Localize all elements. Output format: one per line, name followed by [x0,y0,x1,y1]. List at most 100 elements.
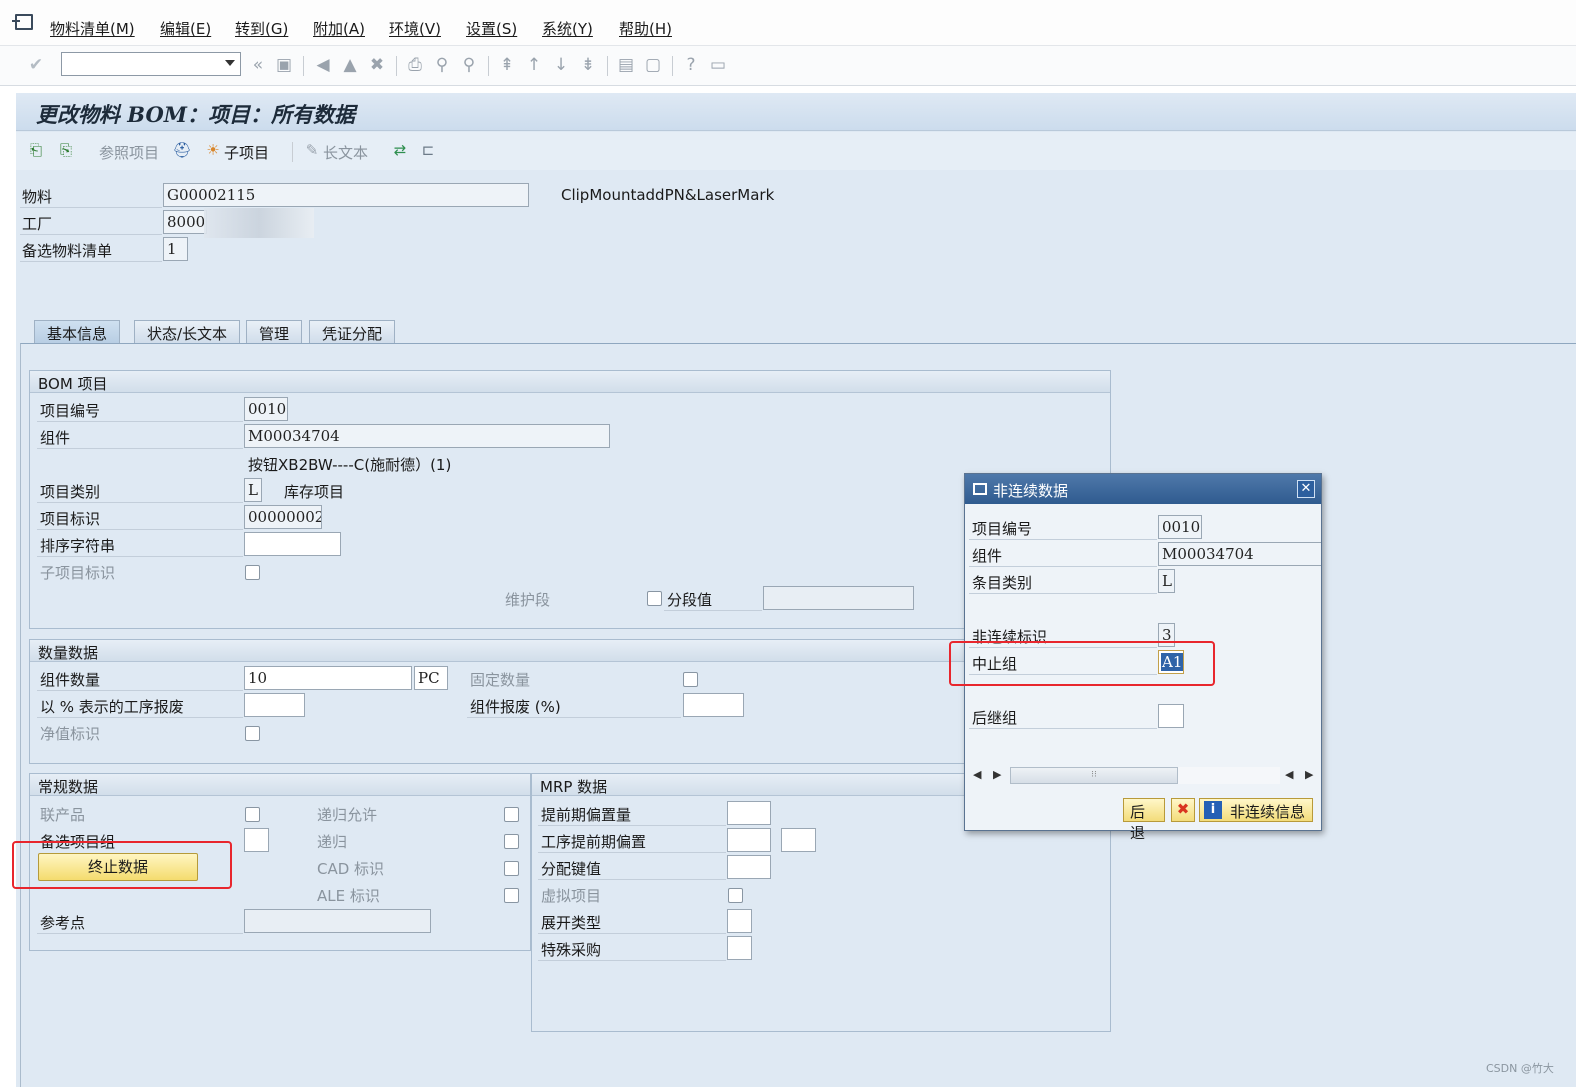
help-icon[interactable]: ? [681,55,701,75]
tab-document-assignment[interactable]: 凭证分配 [309,320,396,344]
op-scrap-input[interactable] [244,693,305,717]
op-lead-offset-input[interactable] [727,828,771,852]
long-text-icon[interactable]: ✎ [302,140,322,160]
sub-item-button[interactable]: 子项目 [224,142,269,163]
command-field[interactable] [61,52,241,76]
menu-goto[interactable]: 转到(G) [235,18,288,39]
back-double-icon[interactable]: « [248,55,268,75]
ale-checkbox[interactable] [504,888,519,903]
toolbar-separator [396,56,397,76]
window-menu-icon[interactable] [12,14,33,30]
back-icon[interactable]: ◀ [313,55,333,75]
net-id-checkbox[interactable] [245,726,260,741]
sort-string-input[interactable] [244,532,341,556]
menu-bom[interactable]: 物料清单(M) [50,18,135,39]
long-text-button[interactable]: 长文本 [323,142,368,163]
dialog-item-category-field[interactable]: L [1158,569,1175,593]
menu-edit[interactable]: 编辑(E) [160,18,211,39]
scroll-left-icon[interactable]: ◀ [1285,768,1293,781]
label-underline [20,234,162,235]
dialog-title-bar[interactable]: 非连续数据 ✕ [965,474,1321,504]
coproduct-checkbox[interactable] [245,807,260,822]
find-next-icon[interactable]: ⚲ [459,55,479,75]
explosion-type-input[interactable] [727,909,752,933]
previous-item-icon[interactable]: ⎗ [26,140,46,160]
dialog-item-no-field[interactable]: 0010 [1158,515,1202,539]
menu-help[interactable]: 帮助(H) [619,18,672,39]
discontinuation-info-button[interactable]: i 非连续信息 [1199,798,1313,822]
shortcut-icon[interactable]: ▢ [643,55,663,75]
horizontal-scrollbar[interactable]: ⁝⁝ [1010,767,1280,784]
tab-basic-info[interactable]: 基本信息 [34,320,121,344]
close-icon[interactable]: ✕ [1297,480,1315,498]
item-category-field[interactable]: L [244,478,262,502]
save-icon[interactable]: ▣ [274,55,294,75]
special-procurement-input[interactable] [727,936,752,960]
next-page-icon[interactable]: ↓ [551,55,571,75]
item-no-field[interactable]: 0010 [244,397,288,421]
hierarchy-icon[interactable]: ⊏ [418,140,438,160]
chevron-down-icon[interactable] [225,60,235,66]
menu-environment[interactable]: 环境(V) [389,18,441,39]
cad-checkbox[interactable] [504,861,519,876]
dist-key-input[interactable] [727,855,771,879]
quantity-data-group-title: 数量数据 [30,640,1110,662]
scroll-right-icon[interactable]: ▶ [993,768,1001,781]
ref-point-input[interactable] [244,909,431,933]
back-button[interactable]: 后退 [1123,798,1165,842]
tab-admin[interactable]: 管理 [246,320,303,344]
exit-icon[interactable]: ▲ [340,55,360,75]
lead-offset-input[interactable] [727,801,771,825]
customize-icon[interactable]: ▭ [708,55,728,75]
alt-item-group-input[interactable] [244,828,269,852]
first-page-icon[interactable]: ⇞ [497,55,517,75]
label-underline [37,529,243,530]
menu-settings[interactable]: 设置(S) [466,18,517,39]
dialog-component-field[interactable]: M00034704 [1158,542,1321,566]
label-underline [969,728,1157,729]
print-icon[interactable]: ⎙ [405,55,425,75]
component-scrap-input[interactable] [683,693,744,717]
component-qty-input[interactable]: 10 [244,666,412,690]
recursive-checkbox[interactable] [504,834,519,849]
menu-system[interactable]: 系统(Y) [542,18,593,39]
unit-input[interactable]: PC [414,666,448,690]
segment-checkbox[interactable] [647,591,662,606]
alt-bom-field[interactable]: 1 [163,237,188,261]
sub-item-icon[interactable]: ☀ [203,140,223,160]
dialog-item-no-label: 项目编号 [972,520,1033,538]
recursive-allowed-checkbox[interactable] [504,807,519,822]
scrollbar-thumb[interactable]: ⁝⁝ [1010,767,1178,784]
tab-status-longtext[interactable]: 状态/长文本 [134,320,241,344]
fixed-qty-checkbox[interactable] [683,672,698,687]
label-underline [664,610,762,611]
material-field[interactable]: G00002115 [163,183,529,207]
scroll-right-icon[interactable]: ▶ [1305,768,1313,781]
sub-item-id-checkbox[interactable] [245,565,260,580]
follow-group-input[interactable] [1158,704,1184,728]
cancel-icon[interactable]: ✖ [367,55,387,75]
op-lead-offset-unit-input[interactable] [781,828,816,852]
scroll-left-icon[interactable]: ◀ [973,768,981,781]
find-icon[interactable]: ⚲ [432,55,452,75]
menu-extras[interactable]: 附加(A) [313,18,365,39]
material-label: 物料 [22,188,53,206]
component-field[interactable]: M00034704 [244,424,610,448]
phantom-item-checkbox[interactable] [728,888,743,903]
ref-item-button[interactable]: 参照项目 [99,142,159,163]
last-page-icon[interactable]: ⇟ [578,55,598,75]
segment-value-input[interactable] [763,586,914,610]
label-underline [37,690,243,691]
plant-label: 工厂 [22,215,53,233]
new-session-icon[interactable]: ▤ [616,55,636,75]
cancel-icon[interactable]: ✖ [1171,798,1195,822]
item-id-field[interactable]: 00000002 [244,505,322,529]
hat-icon[interactable]: ⛑ [172,140,192,160]
alt-bom-label: 备选物料清单 [22,242,113,260]
plant-field[interactable]: 8000 [163,210,207,234]
prev-page-icon[interactable]: ↑ [524,55,544,75]
next-item-icon[interactable]: ⎘ [56,140,76,160]
check-icon[interactable]: ✔ [26,55,46,75]
highlight-box-stop-group [949,641,1215,686]
exchange-icon[interactable]: ⇄ [390,140,410,160]
